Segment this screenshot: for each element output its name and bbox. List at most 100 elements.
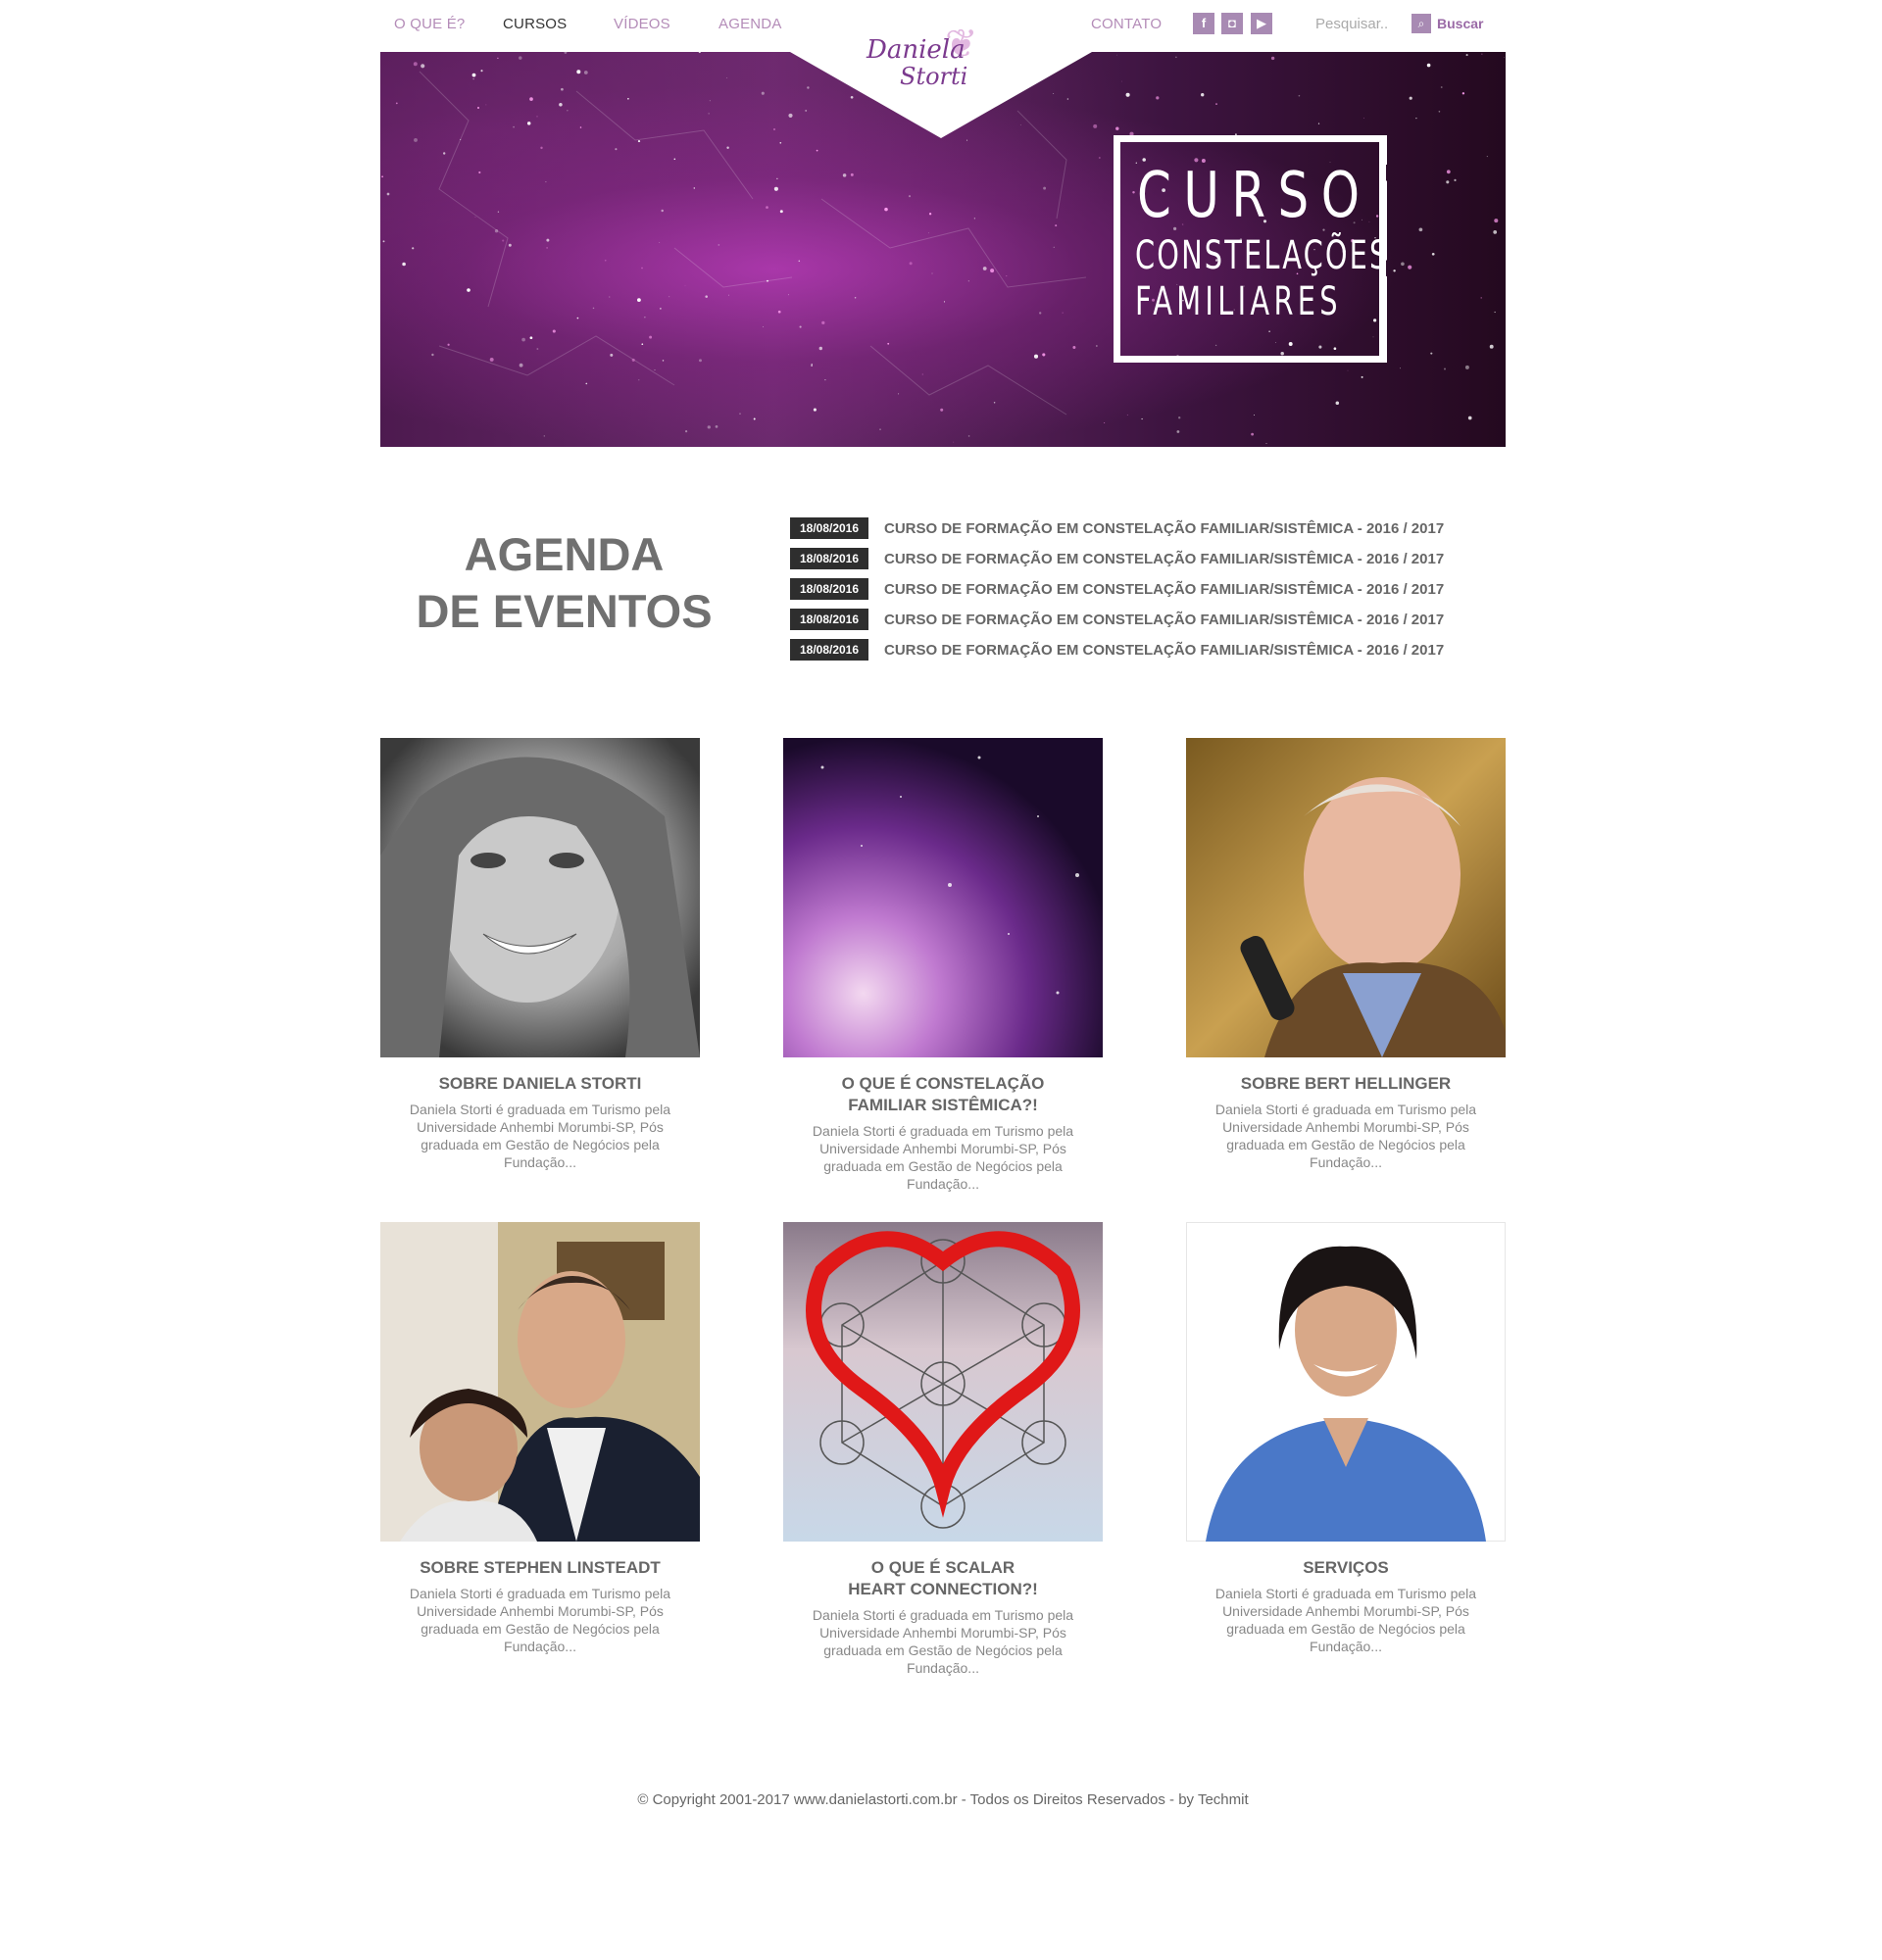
logo-text-line2: Storti — [900, 63, 968, 90]
youtube-icon[interactable]: ▶ — [1251, 13, 1272, 34]
search-input[interactable]: Pesquisar.. — [1315, 16, 1388, 32]
card-photo-heart[interactable] — [783, 1222, 1103, 1542]
card-title[interactable]: O QUE É CONSTELAÇÃO FAMILIAR SISTÊMICA?! — [783, 1073, 1103, 1116]
card-stephen-linsteadt[interactable]: SOBRE STEPHEN LINSTEADT Daniela Storti é… — [380, 1222, 700, 1655]
star — [474, 217, 476, 219]
star — [579, 126, 582, 128]
site-logo[interactable]: ❦ Daniela Storti — [861, 14, 978, 92]
star — [739, 413, 741, 415]
star — [609, 296, 611, 298]
card-title[interactable]: SERVIÇOS — [1186, 1557, 1506, 1579]
star — [447, 343, 450, 346]
star — [773, 186, 778, 191]
event-title[interactable]: CURSO DE FORMAÇÃO EM CONSTELAÇÃO FAMILIA… — [884, 612, 1444, 628]
star — [1098, 157, 1101, 159]
event-item[interactable]: 18/08/2016 CURSO DE FORMAÇÃO EM CONSTELA… — [790, 577, 1444, 601]
star — [1317, 122, 1320, 124]
hero-banner[interactable]: CURSO CONSTELAÇÕES FAMILIARES — [380, 52, 1506, 447]
star — [1175, 56, 1177, 59]
card-photo-stephen[interactable] — [380, 1222, 700, 1542]
star — [414, 137, 418, 142]
event-item[interactable]: 18/08/2016 CURSO DE FORMAÇÃO EM CONSTELA… — [790, 638, 1444, 662]
star — [1480, 297, 1482, 299]
star — [431, 353, 434, 357]
hero-title-line3: FAMILIARES — [1135, 279, 1342, 324]
card-title[interactable]: SOBRE BERT HELLINGER — [1186, 1073, 1506, 1095]
event-title[interactable]: CURSO DE FORMAÇÃO EM CONSTELAÇÃO FAMILIA… — [884, 551, 1444, 567]
event-item[interactable]: 18/08/2016 CURSO DE FORMAÇÃO EM CONSTELA… — [790, 608, 1444, 631]
card-constelacao[interactable]: O QUE É CONSTELAÇÃO FAMILIAR SISTÊMICA?!… — [783, 738, 1103, 1193]
star — [585, 382, 588, 385]
star — [966, 139, 968, 141]
star — [1393, 270, 1396, 272]
star — [707, 425, 711, 429]
nav-item-cursos[interactable]: CURSOS — [503, 16, 567, 32]
star — [583, 71, 588, 74]
card-title[interactable]: SOBRE STEPHEN LINSTEADT — [380, 1557, 700, 1579]
star — [543, 435, 545, 437]
star — [699, 359, 702, 363]
star — [536, 348, 539, 350]
star — [799, 325, 802, 328]
star — [854, 297, 857, 299]
star — [1072, 346, 1076, 349]
star — [638, 379, 640, 381]
star — [767, 279, 768, 282]
star — [1426, 63, 1431, 68]
agenda-heading-line1: AGENDA — [464, 528, 665, 580]
star — [798, 260, 801, 263]
card-photo-servicos[interactable] — [1186, 1222, 1506, 1542]
star — [386, 192, 390, 196]
footer-copyright: © Copyright 2001-2017 www.danielastorti.… — [637, 1791, 1249, 1808]
card-sobre-daniela[interactable]: SOBRE DANIELA STORTI Daniela Storti é gr… — [380, 738, 700, 1171]
card-description: Daniela Storti é graduada em Turismo pel… — [409, 1586, 671, 1654]
star — [1006, 275, 1008, 277]
facebook-icon[interactable]: f — [1193, 13, 1214, 34]
star — [443, 152, 446, 155]
star — [513, 125, 515, 128]
star — [718, 244, 720, 246]
nav-item-contato[interactable]: CONTATO — [1091, 16, 1162, 32]
star — [953, 441, 955, 443]
card-description: Daniela Storti é graduada em Turismo pel… — [812, 1607, 1074, 1676]
instagram-icon[interactable]: ◘ — [1221, 13, 1243, 34]
card-photo-bert[interactable] — [1186, 738, 1506, 1057]
card-photo-nebula[interactable] — [783, 738, 1103, 1057]
search-button-label: Buscar — [1437, 16, 1484, 31]
event-title[interactable]: CURSO DE FORMAÇÃO EM CONSTELAÇÃO FAMILIA… — [884, 581, 1444, 598]
event-date-badge: 18/08/2016 — [790, 609, 868, 630]
star — [887, 342, 890, 345]
nav-item-videos[interactable]: VÍDEOS — [614, 16, 670, 32]
star — [709, 100, 711, 102]
card-scalar-heart[interactable]: O QUE É SCALAR HEART CONNECTION?! Daniel… — [783, 1222, 1103, 1677]
star — [967, 435, 970, 437]
star — [698, 52, 701, 54]
card-photo-daniela[interactable] — [380, 738, 700, 1057]
star — [726, 77, 728, 78]
card-title[interactable]: SOBRE DANIELA STORTI — [380, 1073, 700, 1095]
card-bert-hellinger[interactable]: SOBRE BERT HELLINGER Daniela Storti é gr… — [1186, 738, 1506, 1171]
star — [726, 146, 729, 150]
search-button[interactable]: ⌕ Buscar — [1412, 14, 1483, 33]
event-item[interactable]: 18/08/2016 CURSO DE FORMAÇÃO EM CONSTELA… — [790, 516, 1444, 540]
star — [1467, 416, 1472, 420]
star — [1178, 416, 1181, 419]
card-servicos[interactable]: SERVIÇOS Daniela Storti é graduada em Tu… — [1186, 1222, 1506, 1655]
star — [1454, 178, 1457, 181]
card-title[interactable]: O QUE É SCALAR HEART CONNECTION?! — [783, 1557, 1103, 1600]
star — [610, 353, 614, 357]
star — [1481, 53, 1483, 55]
star — [1335, 401, 1340, 405]
star — [641, 343, 644, 346]
event-title[interactable]: CURSO DE FORMAÇÃO EM CONSTELAÇÃO FAMILIA… — [884, 520, 1444, 537]
hero-title-line1: CURSO — [1137, 160, 1372, 232]
star — [654, 368, 656, 371]
star — [561, 87, 564, 91]
nav-item-o-que-e[interactable]: O QUE É? — [394, 16, 465, 32]
event-item[interactable]: 18/08/2016 CURSO DE FORMAÇÃO EM CONSTELA… — [790, 547, 1444, 570]
star — [1042, 353, 1046, 357]
nav-item-agenda[interactable]: AGENDA — [718, 16, 782, 32]
event-title[interactable]: CURSO DE FORMAÇÃO EM CONSTELAÇÃO FAMILIA… — [884, 642, 1444, 659]
star — [489, 357, 494, 362]
star — [1039, 312, 1042, 315]
